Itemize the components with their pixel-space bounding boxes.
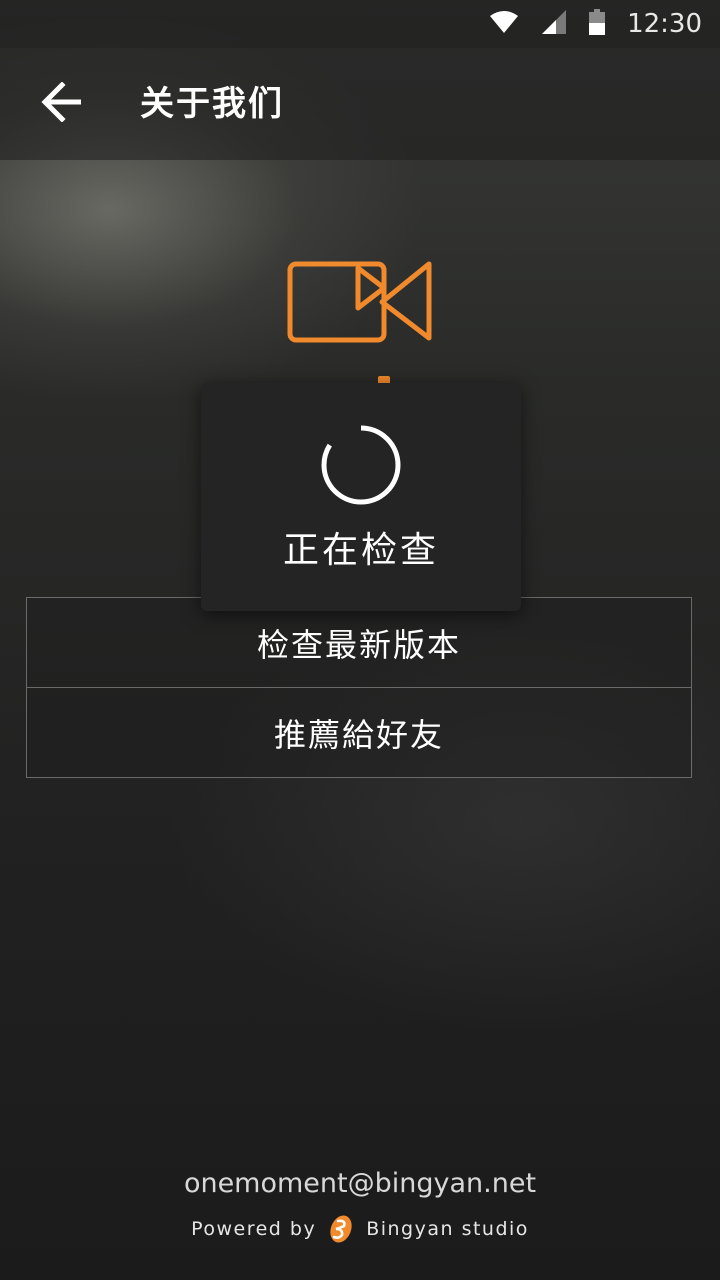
dialog-message: 正在检查 xyxy=(282,530,439,571)
progress-dialog: 正在检查 xyxy=(201,383,521,611)
status-bar: 12:30 xyxy=(0,0,720,48)
bingyan-logo-icon xyxy=(326,1214,356,1244)
battery-icon xyxy=(589,9,606,39)
powered-by: Powered by Bingyan studio xyxy=(0,1212,720,1246)
cellular-signal-icon xyxy=(541,9,567,39)
check-update-button[interactable]: 检查最新版本 xyxy=(27,598,691,687)
wifi-icon xyxy=(489,10,519,38)
status-icons: 12:30 xyxy=(489,0,702,48)
studio-name: Bingyan studio xyxy=(366,1218,529,1240)
arrow-left-icon xyxy=(40,81,84,126)
contact-email[interactable]: onemoment@bingyan.net xyxy=(0,1168,720,1199)
loading-spinner-icon xyxy=(319,423,403,507)
video-camera-icon xyxy=(286,258,436,348)
page-title: 关于我们 xyxy=(140,84,284,124)
powered-by-label: Powered by xyxy=(191,1218,317,1240)
app-bar: 关于我们 xyxy=(0,48,720,160)
about-screen: 12:30 关于我们 检查最新版本 推薦給好友 正在检查 onemoment@b… xyxy=(0,0,720,1280)
recommend-to-friends-button[interactable]: 推薦給好友 xyxy=(27,687,691,777)
menu-list: 检查最新版本 推薦給好友 xyxy=(26,597,692,778)
status-time: 12:30 xyxy=(627,9,702,39)
back-button[interactable] xyxy=(34,76,90,132)
